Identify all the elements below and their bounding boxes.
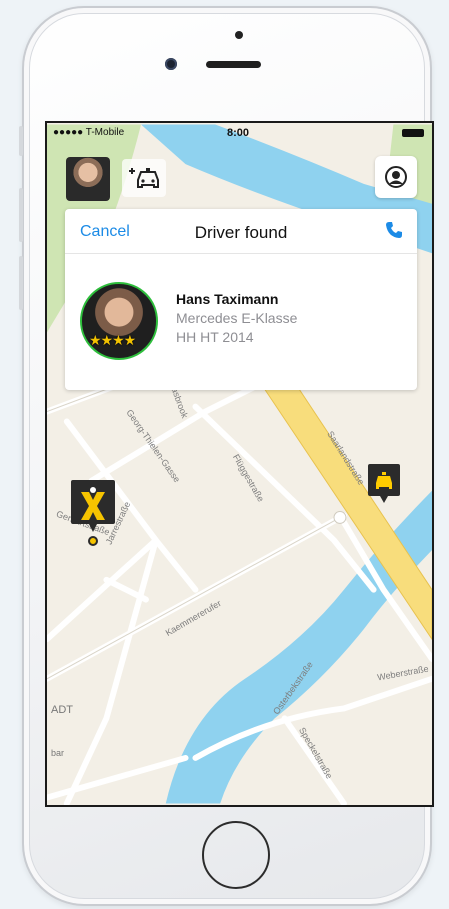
home-button[interactable] [202,821,270,889]
card-header: Cancel Driver found [65,209,417,254]
user-avatar[interactable] [66,157,110,201]
user-profile-icon[interactable] [375,156,417,198]
driver-name: Hans Taximann [176,291,279,307]
pickup-marker-icon[interactable] [69,478,117,548]
driver-rating-stars: ★★★★ [89,332,136,348]
status-bar: ●●●●● T-Mobile 8:00 [47,123,432,143]
volume-up-button [19,188,23,242]
license-plate: HH HT 2014 [176,329,254,345]
volume-down-button [19,256,23,310]
taxi-marker-icon[interactable] [367,463,401,505]
driver-found-card: Cancel Driver found ★★★★ Hans Taximann M… [65,209,417,390]
car-model: Mercedes E-Klasse [176,310,298,326]
card-title: Driver found [194,223,288,242]
mute-switch [19,126,23,156]
area-label: ADT [51,704,73,716]
roundabout [333,511,347,524]
proximity-sensor [235,31,243,39]
add-taxi-icon[interactable] [122,159,166,197]
clock: 8:00 [227,127,250,139]
area-label: bar [51,748,65,758]
front-camera [165,58,177,70]
battery-icon [402,129,424,137]
carrier-label: ●●●●● T-Mobile [53,127,125,138]
earpiece-speaker [206,61,261,68]
phone-icon[interactable] [385,221,403,244]
app-screen: Georg-Thielen-Gasse Jarrestraße Flüggest… [45,121,434,807]
